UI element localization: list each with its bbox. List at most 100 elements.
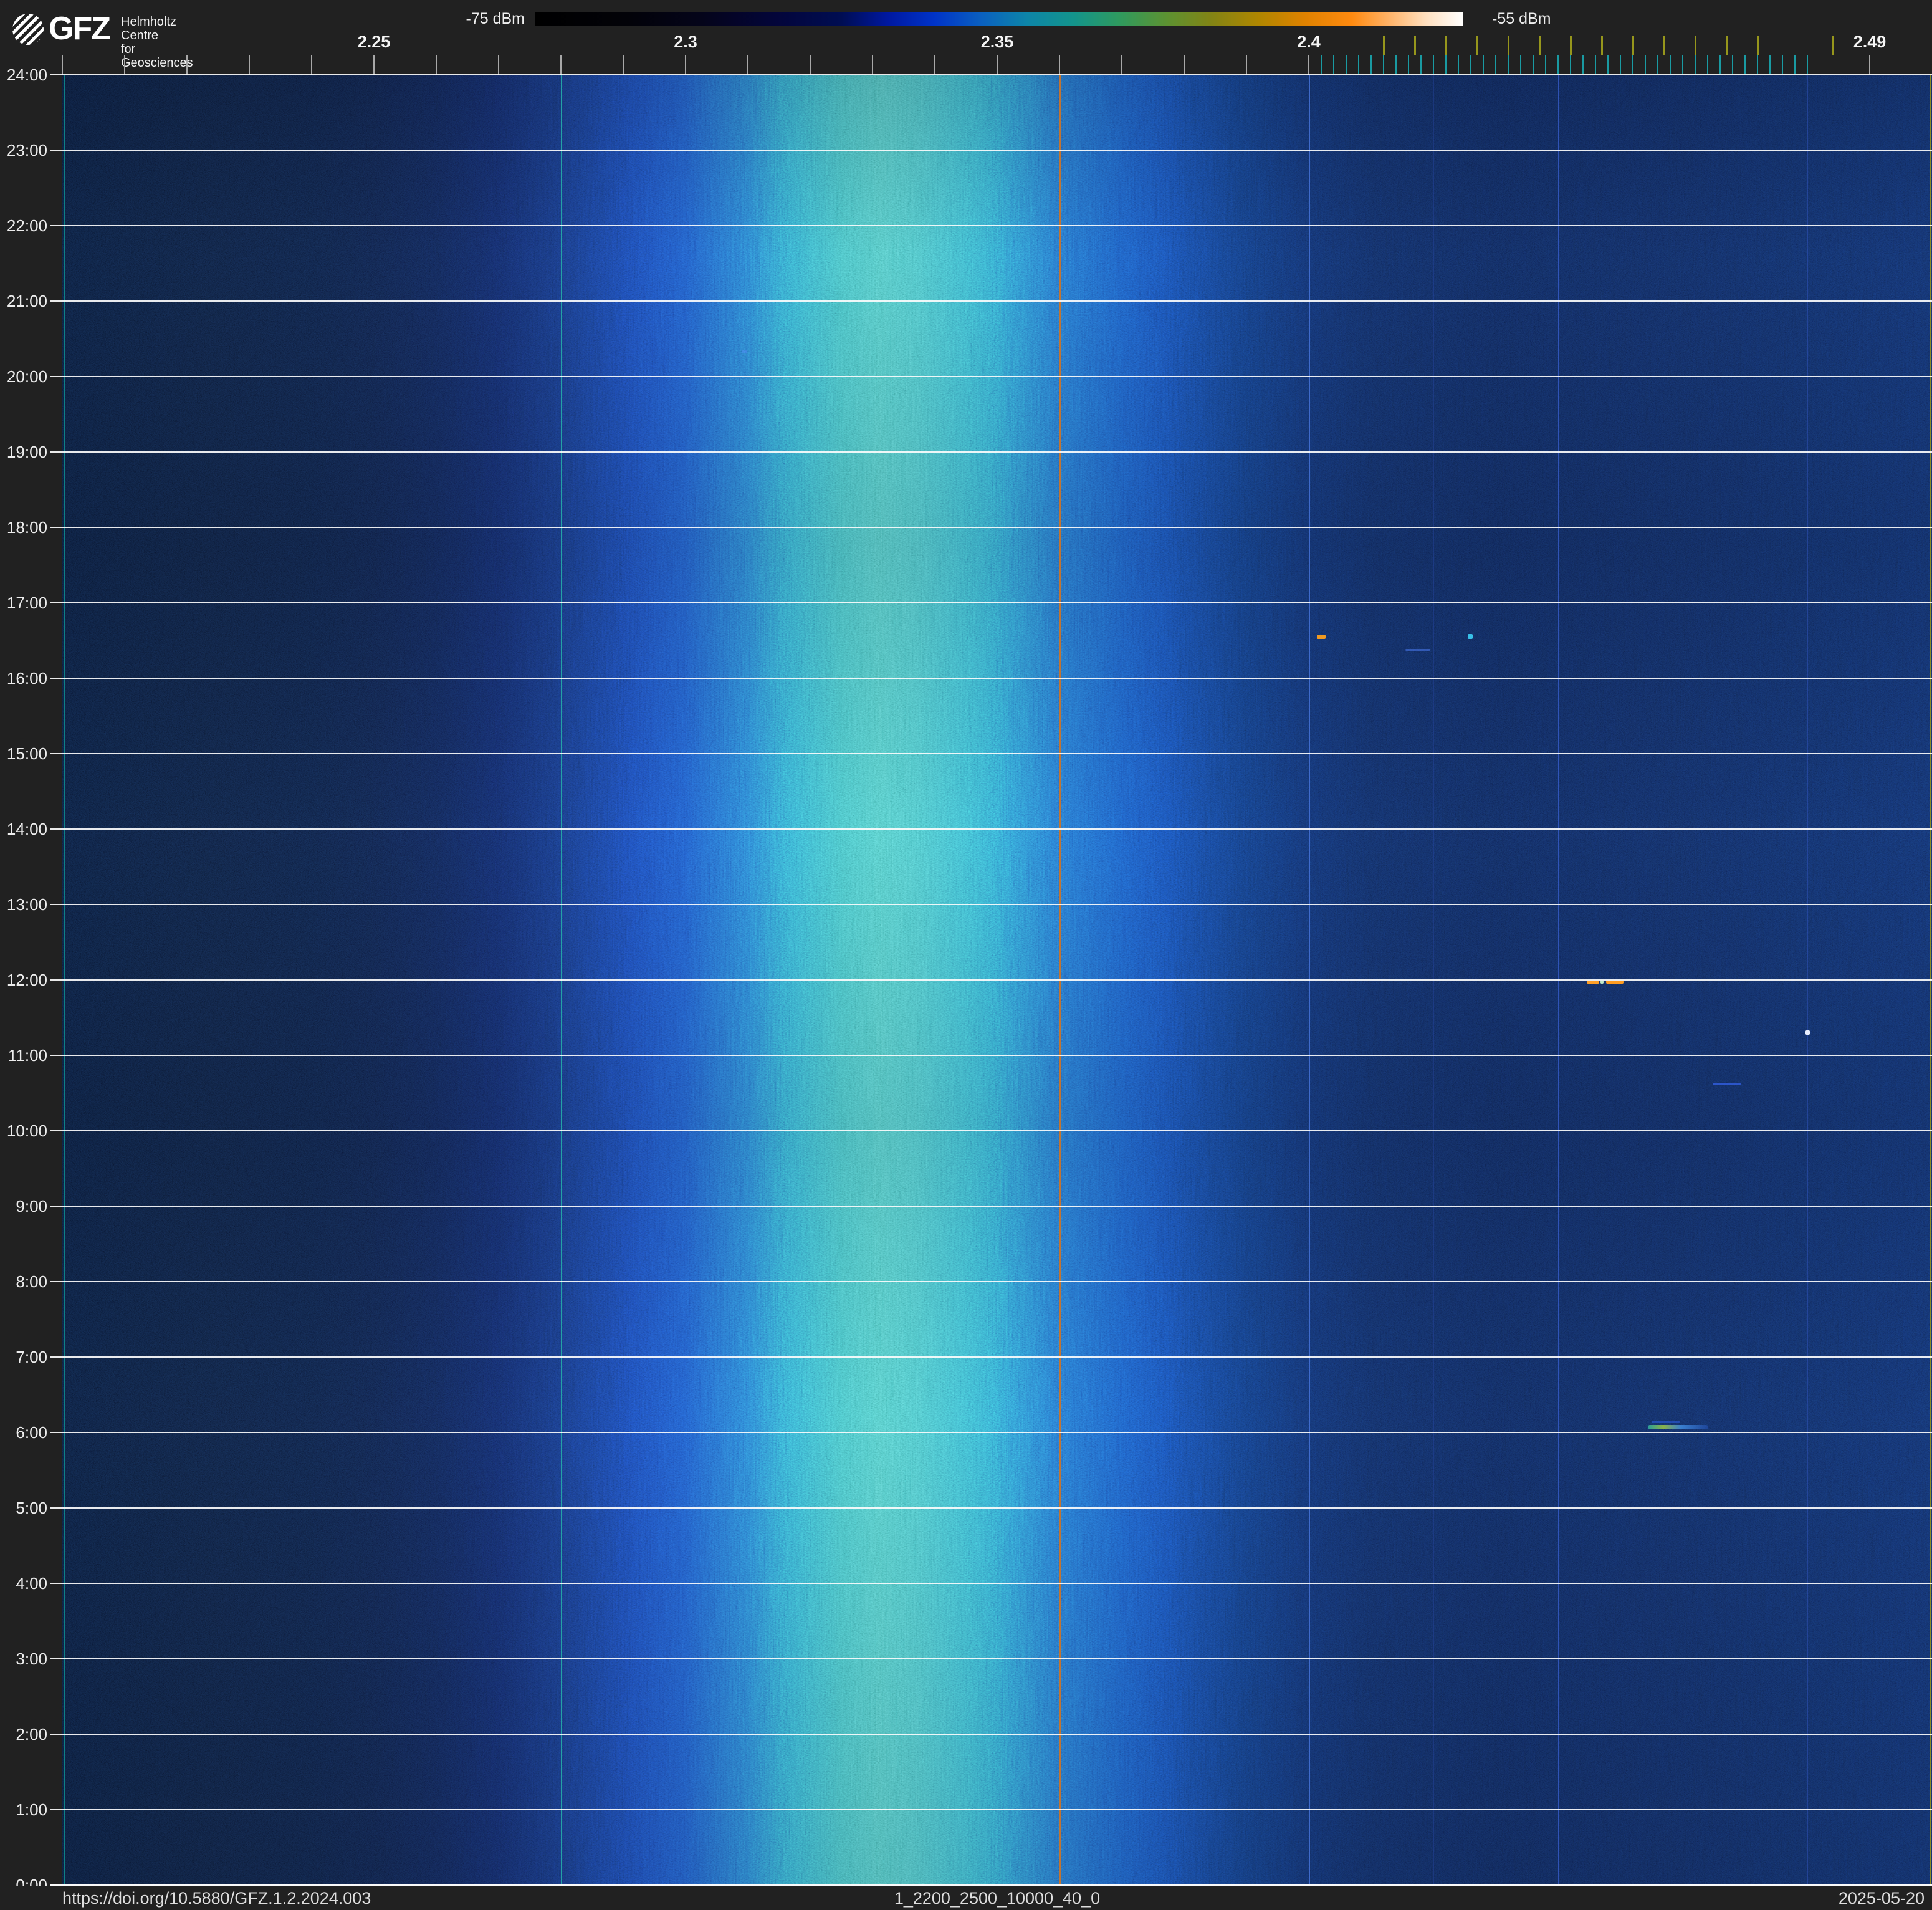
- colorbar-gradient: [535, 12, 1463, 26]
- freq-major-tick: [810, 55, 811, 75]
- bluetooth-channel-tick: [1670, 55, 1671, 74]
- bluetooth-channel-tick: [1695, 55, 1696, 74]
- spectrogram-page: { "header": { "logo": { "brand": "GFZ", …: [0, 0, 1932, 1910]
- bluetooth-channel-tick: [1744, 55, 1746, 74]
- time-tick-label: 11:00: [7, 1046, 47, 1065]
- hour-gridline: [50, 1206, 1932, 1207]
- colorbar-min-label: -75 dBm: [466, 10, 525, 27]
- colorbar-max-label: -55 dBm: [1492, 10, 1551, 27]
- hour-gridline: [50, 1130, 1932, 1131]
- hour-gridline: [50, 74, 1932, 75]
- time-tick-label: 8:00: [16, 1272, 47, 1291]
- wifi-channel-tick: [1632, 36, 1634, 55]
- freq-major-tick: [124, 55, 125, 75]
- hour-gridline: [50, 1055, 1932, 1056]
- bluetooth-channel-tick: [1657, 55, 1658, 74]
- rf-event: [1468, 634, 1473, 640]
- time-tick-label: 14:00: [6, 820, 47, 838]
- bluetooth-channel-tick: [1545, 55, 1546, 74]
- hour-gridline: [50, 602, 1932, 603]
- bluetooth-channel-tick: [1458, 55, 1459, 74]
- freq-major-tick: [62, 55, 63, 75]
- bluetooth-channel-tick: [1645, 55, 1646, 74]
- freq-tick-label: 2.25: [357, 32, 391, 51]
- bluetooth-channel-tick: [1794, 55, 1796, 74]
- bluetooth-channel-tick: [1495, 55, 1496, 74]
- freq-major-tick: [747, 55, 748, 75]
- bluetooth-channel-tick: [1607, 55, 1609, 74]
- bluetooth-channel-tick: [1508, 55, 1509, 74]
- wifi-channel-tick: [1695, 36, 1696, 55]
- rf-event: [1317, 634, 1326, 639]
- freq-major-tick: [1184, 55, 1185, 75]
- freq-major-tick: [934, 55, 935, 75]
- bluetooth-channel-tick: [1370, 55, 1372, 74]
- bluetooth-channel-tick: [1707, 55, 1708, 74]
- hour-gridline: [50, 1583, 1932, 1584]
- time-tick-label: 19:00: [6, 443, 47, 461]
- hour-gridline: [50, 1809, 1932, 1810]
- freq-major-tick: [1869, 55, 1870, 75]
- bluetooth-channel-tick: [1582, 55, 1584, 74]
- time-tick-label: 24:00: [6, 65, 47, 84]
- rf-event: [1405, 648, 1430, 651]
- bluetooth-channel-tick: [1420, 55, 1422, 74]
- wifi-channel-tick: [1445, 36, 1447, 55]
- bluetooth-channel-tick: [1682, 55, 1683, 74]
- rf-event: [1652, 1421, 1680, 1424]
- bluetooth-channel-tick: [1470, 55, 1471, 74]
- time-tick-label: 6:00: [16, 1423, 47, 1442]
- hour-gridline: [50, 1432, 1932, 1433]
- time-tick-label: 22:00: [6, 216, 47, 235]
- hour-gridline: [50, 451, 1932, 453]
- wifi-channel-tick: [1508, 36, 1509, 55]
- time-tick-label: 21:00: [6, 292, 47, 310]
- rf-event: [1587, 981, 1599, 984]
- time-tick-label: 13:00: [6, 895, 47, 914]
- hour-gridline: [50, 1734, 1932, 1735]
- date-text: 2025-05-20: [1838, 1889, 1925, 1908]
- bluetooth-channel-tick: [1732, 55, 1733, 74]
- bluetooth-channel-tick: [1719, 55, 1721, 74]
- bluetooth-channel-tick: [1321, 55, 1322, 74]
- hour-gridline: [50, 753, 1932, 754]
- time-tick-label: 3:00: [16, 1649, 47, 1668]
- bluetooth-channel-tick: [1570, 55, 1571, 74]
- freq-major-tick: [1308, 55, 1309, 75]
- hour-gridline: [50, 1658, 1932, 1659]
- time-tick-label: 2:00: [16, 1725, 47, 1744]
- bluetooth-channel-tick: [1395, 55, 1397, 74]
- time-tick-label: 18:00: [6, 518, 47, 537]
- freq-tick-label: 2.35: [980, 32, 1014, 51]
- time-tick-label: 20:00: [6, 367, 47, 386]
- bluetooth-channel-tick: [1807, 55, 1808, 74]
- bluetooth-channel-tick: [1408, 55, 1409, 74]
- freq-major-tick: [373, 55, 375, 75]
- bluetooth-channel-tick: [1333, 55, 1334, 74]
- hour-gridline: [50, 300, 1932, 302]
- bluetooth-channel-tick: [1533, 55, 1534, 74]
- wifi-channel-tick: [1414, 36, 1416, 55]
- wifi-channel-tick: [1570, 36, 1572, 55]
- bluetooth-channel-tick: [1445, 55, 1447, 74]
- hour-gridline: [50, 1507, 1932, 1509]
- dataset-id-text: 1_2200_2500_10000_40_0: [894, 1889, 1101, 1908]
- bluetooth-channel-tick: [1358, 55, 1359, 74]
- freq-tick-label: 2.3: [674, 32, 697, 51]
- wifi-channel-tick: [1383, 36, 1385, 55]
- hour-gridline: [50, 376, 1932, 377]
- freq-major-tick: [1059, 55, 1060, 75]
- bluetooth-channel-tick: [1620, 55, 1621, 74]
- freq-major-tick: [186, 55, 188, 75]
- freq-major-tick: [685, 55, 686, 75]
- gfz-name-line2: for Geosciences: [121, 42, 193, 70]
- time-tick-label: 7:00: [16, 1348, 47, 1366]
- freq-major-tick: [623, 55, 624, 75]
- hour-gridline: [50, 225, 1932, 226]
- freq-major-tick: [498, 55, 499, 75]
- hour-gridline: [50, 828, 1932, 830]
- wifi-channel-tick: [1832, 36, 1834, 55]
- time-tick-label: 12:00: [6, 971, 47, 989]
- bluetooth-channel-tick: [1769, 55, 1771, 74]
- rf-event: [742, 350, 747, 353]
